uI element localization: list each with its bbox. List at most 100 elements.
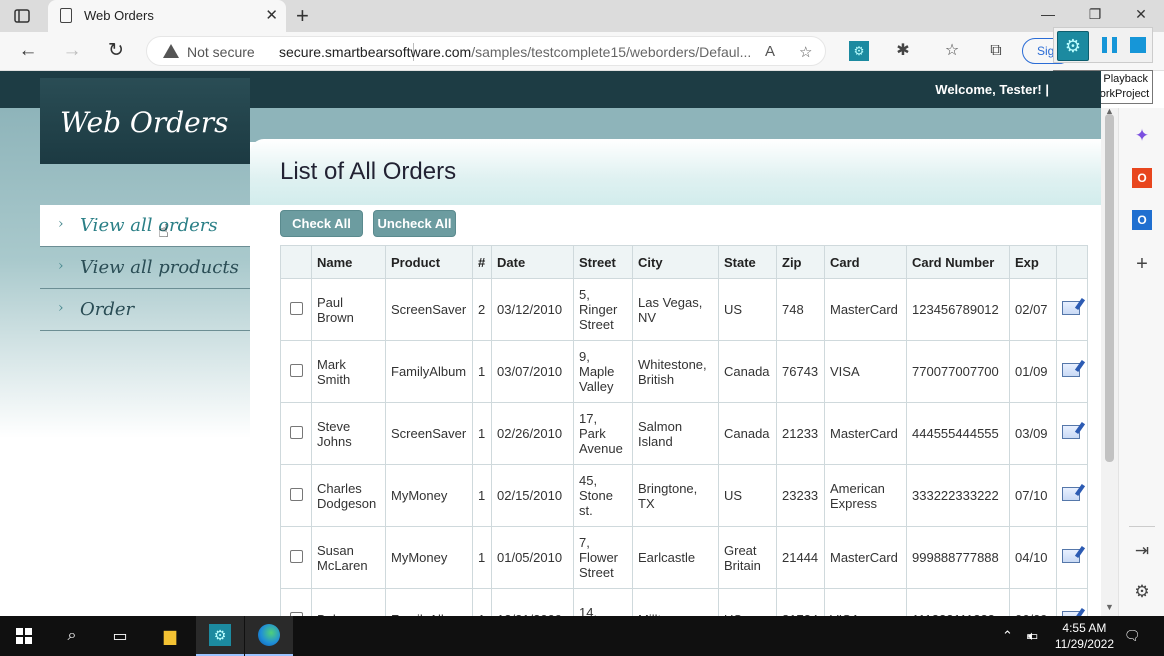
cell-product: FamilyAll xyxy=(385,588,473,616)
start-button[interactable] xyxy=(0,616,48,656)
sidebar-item-view-all-orders[interactable]: › View all orders xyxy=(40,205,250,247)
cell-card-number: 123456789012 xyxy=(906,278,1010,341)
chevron-right-icon: › xyxy=(58,258,64,274)
cell-name: Steve Johns xyxy=(311,402,386,465)
close-tab-icon[interactable]: ✕ xyxy=(265,6,278,24)
edit-icon[interactable] xyxy=(1062,363,1080,377)
favorites-icon[interactable]: ☆ xyxy=(942,41,962,61)
notifications-icon[interactable]: 🗨︎ xyxy=(1124,628,1141,644)
row-checkbox[interactable] xyxy=(289,425,303,439)
check-all-button[interactable]: Check All xyxy=(280,210,363,237)
extensions-icon[interactable]: ✱ xyxy=(893,41,913,61)
edit-cell xyxy=(1056,278,1088,341)
address-field[interactable]: Not secure secure.smartbearsoftware.com/… xyxy=(146,36,826,66)
cell-card: American Express xyxy=(824,464,907,527)
column-header-street: Street xyxy=(573,245,633,279)
collections-icon[interactable]: ⧉ xyxy=(986,41,1006,61)
testcomplete-extension-icon[interactable]: ⚙ xyxy=(849,41,869,61)
cell-quantity: 1 xyxy=(472,526,492,589)
pause-icon[interactable] xyxy=(1102,37,1120,53)
edge-sidebar: ✦ O O + ⇥ ⚙ xyxy=(1118,108,1164,616)
clock-time: 4:55 AM xyxy=(1062,621,1107,635)
cell-card: VISA xyxy=(824,588,907,616)
row-checkbox-cell xyxy=(280,402,312,465)
row-checkbox[interactable] xyxy=(289,301,303,315)
web-page: Welcome, Tester! | Web Orders List of Al… xyxy=(0,71,1101,616)
clock-date: 11/29/2022 xyxy=(1054,637,1114,651)
cell-city: Earlcastle xyxy=(632,526,719,589)
warning-icon xyxy=(163,44,179,58)
column-header-quantity: # xyxy=(472,245,492,279)
edit-icon[interactable] xyxy=(1062,549,1080,563)
read-aloud-icon[interactable]: A xyxy=(765,43,775,60)
row-checkbox-cell xyxy=(280,278,312,341)
column-header-exp: Exp xyxy=(1009,245,1057,279)
outlook-icon[interactable]: O xyxy=(1132,210,1152,230)
cell-product: MyMoney xyxy=(385,464,473,527)
cell-zip: 23233 xyxy=(776,464,825,527)
file-explorer-icon[interactable]: ▆ xyxy=(146,616,194,656)
cell-city: Whitestone, British xyxy=(632,340,719,403)
favorite-star-icon[interactable]: ☆ xyxy=(799,43,812,61)
task-view-icon[interactable]: ▭ xyxy=(96,616,144,656)
cell-state: Canada xyxy=(718,340,777,403)
row-checkbox-cell xyxy=(280,588,312,616)
add-icon[interactable]: + xyxy=(1132,254,1152,274)
edit-icon[interactable] xyxy=(1062,487,1080,501)
page-title: List of All Orders xyxy=(280,158,457,185)
cell-state: US xyxy=(718,464,777,527)
cell-street: 5, Ringer Street xyxy=(573,278,633,341)
close-window-button[interactable]: ✕ xyxy=(1131,6,1151,23)
cell-zip: 76743 xyxy=(776,340,825,403)
restore-button[interactable]: ❐ xyxy=(1085,6,1105,23)
edge-browser-taskbar-icon[interactable] xyxy=(245,616,293,656)
office-icon[interactable]: O xyxy=(1132,168,1152,188)
table-row: Steve Johns ScreenSaver 1 02/26/2010 17,… xyxy=(280,402,1088,465)
refresh-button[interactable]: ↻ xyxy=(104,40,128,62)
minimize-button[interactable]: — xyxy=(1038,6,1058,22)
edit-icon[interactable] xyxy=(1062,301,1080,315)
cell-state: Great Britain xyxy=(718,526,777,589)
edit-header xyxy=(1056,245,1088,279)
row-checkbox[interactable] xyxy=(289,549,303,563)
sidebar-item-view-all-products[interactable]: › View all products xyxy=(40,247,250,289)
tab-actions-button[interactable] xyxy=(10,6,34,26)
cell-product: MyMoney xyxy=(385,526,473,589)
cell-card-number: 333222333222 xyxy=(906,464,1010,527)
scroll-down-icon[interactable]: ▼ xyxy=(1105,602,1114,612)
hide-sidebar-icon[interactable]: ⇥ xyxy=(1132,541,1152,561)
scroll-thumb[interactable] xyxy=(1105,114,1114,462)
sidebar-background xyxy=(0,108,250,616)
row-checkbox[interactable] xyxy=(289,363,303,377)
url-text: secure.smartbearsoftware.com/samples/tes… xyxy=(279,44,751,60)
row-checkbox[interactable] xyxy=(289,487,303,501)
column-header-card: Card xyxy=(824,245,907,279)
system-clock[interactable]: 4:55 AM 11/29/2022 xyxy=(1055,620,1114,652)
chevron-up-icon[interactable]: ⌃ xyxy=(1002,628,1013,644)
hand-cursor-icon: ☝ xyxy=(158,221,169,241)
cell-name: Bob xyxy=(311,588,386,616)
orders-table: Name Product # Date Street City State Zi… xyxy=(280,245,1088,616)
cell-date: 03/07/2010 xyxy=(491,340,574,403)
forward-button[interactable]: → xyxy=(60,40,84,62)
not-secure-label[interactable]: Not secure xyxy=(187,44,255,60)
testcomplete-taskbar-icon[interactable]: ⚙ xyxy=(196,616,244,656)
cell-state: US xyxy=(718,278,777,341)
page-scrollbar[interactable]: ▲ ▼ xyxy=(1101,106,1118,616)
cell-city: Bringtone, TX xyxy=(632,464,719,527)
edit-cell xyxy=(1056,402,1088,465)
column-header-city: City xyxy=(632,245,719,279)
stop-icon[interactable] xyxy=(1130,37,1146,53)
search-icon[interactable]: ⌕ xyxy=(48,616,96,656)
edit-icon[interactable] xyxy=(1062,425,1080,439)
cell-card: MasterCard xyxy=(824,402,907,465)
browser-tab[interactable]: Web Orders ✕ xyxy=(48,0,286,32)
volume-icon[interactable]: 🔈︎ xyxy=(1028,628,1036,644)
back-button[interactable]: ← xyxy=(16,40,40,62)
copilot-sparkle-icon[interactable]: ✦ xyxy=(1132,126,1152,146)
sidebar-item-order[interactable]: › Order xyxy=(40,289,250,331)
uncheck-all-button[interactable]: Uncheck All xyxy=(373,210,456,237)
new-tab-button[interactable]: + xyxy=(296,3,309,29)
tab-title: Web Orders xyxy=(84,8,154,23)
settings-gear-icon[interactable]: ⚙ xyxy=(1132,582,1152,602)
